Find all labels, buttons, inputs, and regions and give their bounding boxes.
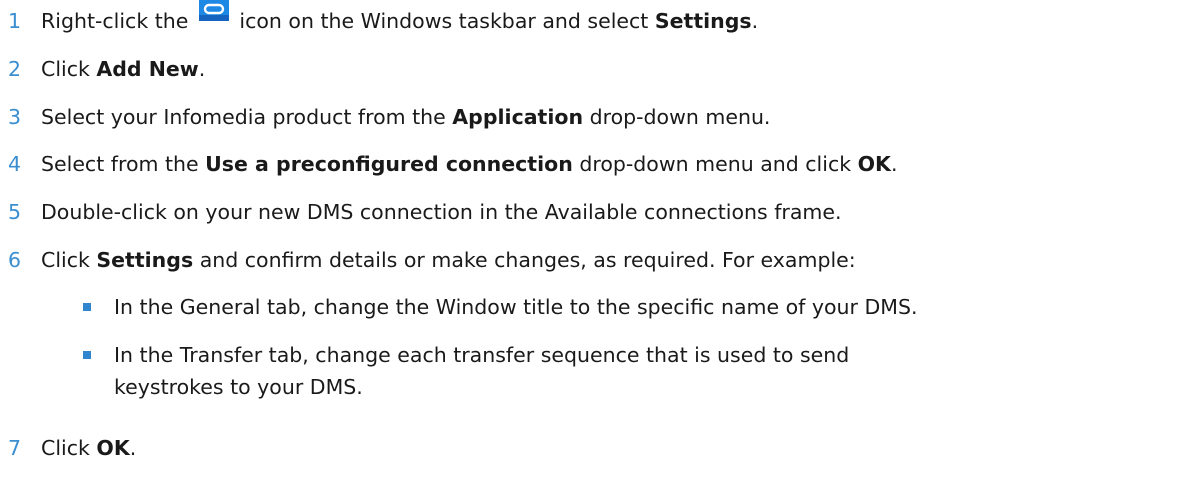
step-text: Click Add New.	[41, 52, 205, 86]
step-text: Click Settings and confirm details or ma…	[41, 243, 856, 277]
step-text-part: icon on the Windows taskbar and select	[239, 9, 649, 33]
step-number: 5	[8, 200, 22, 224]
step-text-part: .	[890, 152, 898, 176]
link-icon	[198, 0, 229, 21]
step-text-part: drop-down menu and click	[579, 152, 852, 176]
step-text-part: .	[198, 57, 206, 81]
step-number: 3	[8, 105, 22, 129]
step-bold-term: OK	[857, 152, 891, 176]
bullet-icon	[83, 303, 91, 311]
step-bold-term: Application	[452, 105, 584, 129]
step-number: 1	[8, 9, 22, 33]
bullet-icon	[83, 351, 91, 359]
step-text: Right-click the icon on the Windows task…	[41, 0, 759, 38]
step-text-part: and confirm details or make changes, as …	[199, 248, 856, 272]
step-bold-term: Settings	[96, 248, 194, 272]
step-text-part: drop-down menu.	[589, 105, 771, 129]
step-text: Select your Infomedia product from the A…	[41, 100, 770, 134]
step-bold-term: Add New	[96, 57, 199, 81]
step-text: Double-click on your new DMS connection …	[41, 200, 842, 224]
step-number: 4	[8, 152, 22, 176]
substep-text-line-2: keystrokes to your DMS.	[114, 375, 363, 399]
step-bold-term: OK	[96, 436, 130, 460]
substep-text-line-1: In the Transfer tab, change each transfe…	[114, 343, 850, 367]
step-text-part: .	[129, 436, 137, 460]
step-text-part: Right-click the	[41, 9, 189, 33]
step-text-part: Select from the	[41, 152, 199, 176]
step-text: Select from the Use a preconfigured conn…	[41, 147, 897, 181]
step-text: Click OK.	[41, 431, 136, 465]
step-number: 2	[8, 57, 22, 81]
step-bold-term: Use a preconfigured connection	[205, 152, 573, 176]
step-text-part: Click	[41, 248, 90, 272]
step-number: 6	[8, 248, 22, 272]
step-number: 7	[8, 436, 22, 460]
step-text-part: Click	[41, 57, 90, 81]
step-bold-term: Settings	[654, 9, 752, 33]
step-text-part: .	[751, 9, 759, 33]
substep-text: In the General tab, change the Window ti…	[114, 295, 918, 319]
step-text-part: Select your Infomedia product from the	[41, 105, 446, 129]
step-text-part: Click	[41, 436, 90, 460]
